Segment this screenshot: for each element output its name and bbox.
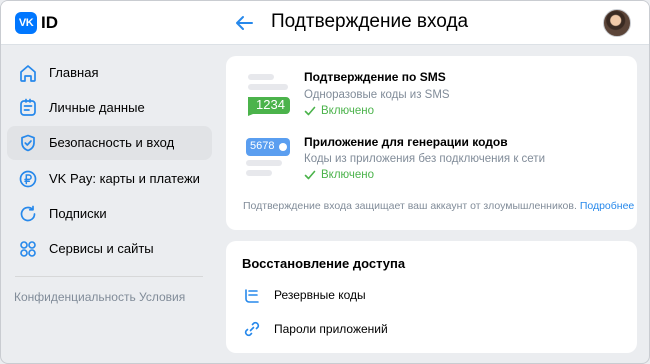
app-window: VK ID Подтверждение входа Главная Личные… (0, 0, 650, 364)
confirmation-card: 1234 Подтверждение по SMS Одноразовые ко… (226, 56, 637, 230)
house-icon (20, 65, 36, 82)
sidebar-item-label: Главная (49, 65, 99, 80)
sms-status-text: Включено (321, 105, 375, 117)
page-title: Подтверждение входа (271, 11, 469, 32)
app-description: Коды из приложения без подключения к сет… (304, 153, 546, 165)
sidebar-item-label: VK Pay: карты и платежи (49, 171, 200, 186)
sidebar-item-label: Безопасность и вход (49, 135, 175, 150)
sidebar-item-home[interactable]: Главная (7, 56, 212, 90)
confirmation-note: Подтверждение входа защищает ваш аккаунт… (243, 200, 634, 212)
sidebar-item-subscriptions[interactable]: Подписки (7, 197, 212, 231)
shield-icon (21, 134, 35, 152)
sidebar-divider (15, 276, 203, 277)
check-icon (304, 170, 316, 180)
sidebar-item-personal-data[interactable]: Личные данные (7, 91, 212, 125)
more-link[interactable]: Подробнее (580, 200, 634, 212)
vk-logo-icon: VK (15, 12, 37, 34)
app-code: 5678 (250, 140, 275, 152)
ruble-icon (19, 170, 37, 188)
sms-description: Одноразовые коды из SMS (304, 89, 450, 101)
sms-code: 1234 (256, 97, 285, 112)
privacy-link[interactable]: Конфиденциальность (14, 290, 136, 304)
note-text: Подтверждение входа защищает ваш аккаунт… (243, 200, 577, 212)
backup-codes-item[interactable]: Резервные коды (242, 284, 622, 306)
app-status-text: Включено (321, 169, 375, 181)
sms-status: Включено (304, 105, 374, 117)
refresh-icon (20, 205, 36, 222)
avatar[interactable] (603, 9, 631, 37)
app-passwords-label: Пароли приложений (274, 322, 388, 336)
backup-codes-label: Резервные коды (274, 288, 366, 302)
recovery-title: Восстановление доступа (242, 256, 406, 271)
back-arrow-icon[interactable] (233, 12, 255, 34)
sidebar: Главная Личные данные Безопасность и вхо… (1, 45, 217, 363)
app-passwords-item[interactable]: Пароли приложений (242, 318, 622, 340)
sms-title[interactable]: Подтверждение по SMS (304, 70, 446, 84)
app-title[interactable]: Приложение для генерации кодов (304, 135, 508, 149)
terms-link[interactable]: Условия (139, 290, 185, 304)
grid-icon (20, 241, 36, 257)
vk-id-logo[interactable]: VK ID (15, 12, 58, 34)
sidebar-item-vk-pay[interactable]: VK Pay: карты и платежи (7, 162, 212, 196)
sidebar-item-security[interactable]: Безопасность и вход (7, 126, 212, 160)
logo-text: ID (41, 13, 58, 32)
sidebar-item-label: Сервисы и сайты (49, 241, 154, 256)
recovery-card: Восстановление доступа Резервные коды Па… (226, 241, 637, 353)
link-icon (244, 321, 260, 337)
app-status: Включено (304, 169, 374, 181)
id-card-icon (20, 98, 36, 116)
check-icon (304, 106, 316, 116)
top-header: VK ID Подтверждение входа (1, 1, 649, 45)
sidebar-item-services[interactable]: Сервисы и сайты (7, 232, 212, 266)
sidebar-item-label: Личные данные (49, 100, 145, 115)
backup-codes-icon (245, 289, 259, 303)
sidebar-item-label: Подписки (49, 206, 107, 221)
